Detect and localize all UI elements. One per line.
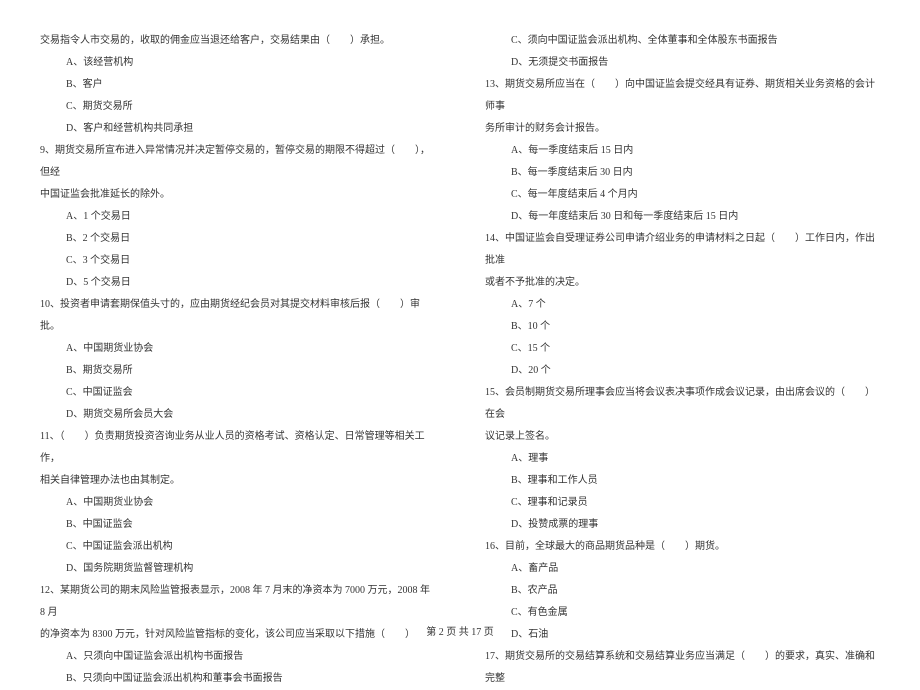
question-continuation: 相关自律管理办法也由其制定。	[40, 470, 435, 492]
answer-option: A、每一季度结束后 15 日内	[485, 140, 880, 162]
answer-option: B、农产品	[485, 580, 880, 602]
answer-option: C、中国证监会	[40, 382, 435, 404]
answer-option: B、2 个交易日	[40, 228, 435, 250]
answer-option: B、客户	[40, 74, 435, 96]
answer-option: A、理事	[485, 448, 880, 470]
question-continuation: 或者不予批准的决定。	[485, 272, 880, 294]
answer-option: C、有色金属	[485, 602, 880, 624]
page-container: 交易指令人市交易的，收取的佣金应当退还给客户，交易结果由（ ）承担。A、该经营机…	[40, 30, 880, 610]
answer-option: A、中国期货业协会	[40, 338, 435, 360]
answer-option: C、期货交易所	[40, 96, 435, 118]
question-text: 11、（ ）负责期货投资咨询业务从业人员的资格考试、资格认定、日常管理等相关工作…	[40, 426, 435, 470]
question-continuation: 议记录上签名。	[485, 426, 880, 448]
answer-option: D、无须提交书面报告	[485, 52, 880, 74]
question-text: 13、期货交易所应当在（ ）向中国证监会提交经具有证券、期货相关业务资格的会计师…	[485, 74, 880, 118]
question-text: 交易指令人市交易的，收取的佣金应当退还给客户，交易结果由（ ）承担。	[40, 30, 435, 52]
answer-option: A、畜产品	[485, 558, 880, 580]
answer-option: B、中国证监会	[40, 514, 435, 536]
answer-option: D、每一年度结束后 30 日和每一季度结束后 15 日内	[485, 206, 880, 228]
answer-option: D、5 个交易日	[40, 272, 435, 294]
answer-option: A、中国期货业协会	[40, 492, 435, 514]
answer-option: D、投赞成票的理事	[485, 514, 880, 536]
question-text: 15、会员制期货交易所理事会应当将会议表决事项作成会议记录，由出席会议的（ ）在…	[485, 382, 880, 426]
answer-option: A、1 个交易日	[40, 206, 435, 228]
page-footer: 第 2 页 共 17 页	[0, 623, 920, 638]
question-continuation: 中国证监会批准延长的除外。	[40, 184, 435, 206]
answer-option: D、20 个	[485, 360, 880, 382]
right-column: C、须向中国证监会派出机构、全体董事和全体股东书面报告D、无须提交书面报告13、…	[485, 30, 880, 610]
answer-option: A、只须向中国证监会派出机构书面报告	[40, 646, 435, 668]
answer-option: C、理事和记录员	[485, 492, 880, 514]
question-text: 9、期货交易所宣布进入异常情况并决定暂停交易的，暂停交易的期限不得超过（ ），但…	[40, 140, 435, 184]
left-column: 交易指令人市交易的，收取的佣金应当退还给客户，交易结果由（ ）承担。A、该经营机…	[40, 30, 435, 610]
answer-option: C、中国证监会派出机构	[40, 536, 435, 558]
answer-option: C、每一年度结束后 4 个月内	[485, 184, 880, 206]
answer-option: A、7 个	[485, 294, 880, 316]
answer-option: D、期货交易所会员大会	[40, 404, 435, 426]
question-text: 12、某期货公司的期末风险监管报表显示，2008 年 7 月末的净资本为 700…	[40, 580, 435, 624]
answer-option: B、每一季度结束后 30 日内	[485, 162, 880, 184]
question-text: 10、投资者申请套期保值头寸的，应由期货经纪会员对其提交材料审核后报（ ）审批。	[40, 294, 435, 338]
answer-option: A、该经营机构	[40, 52, 435, 74]
answer-option: D、国务院期货监督管理机构	[40, 558, 435, 580]
answer-option: C、15 个	[485, 338, 880, 360]
answer-option: B、10 个	[485, 316, 880, 338]
answer-option: C、3 个交易日	[40, 250, 435, 272]
answer-option: D、客户和经营机构共同承担	[40, 118, 435, 140]
question-text: 17、期货交易所的交易结算系统和交易结算业务应当满足（ ）的要求，真实、准确和完…	[485, 646, 880, 690]
question-text: 14、中国证监会自受理证券公司申请介绍业务的申请材料之日起（ ）工作日内，作出批…	[485, 228, 880, 272]
question-continuation: 务所审计的财务会计报告。	[485, 118, 880, 140]
question-text: 16、目前，全球最大的商品期货品种是（ ）期货。	[485, 536, 880, 558]
answer-option: C、须向中国证监会派出机构、全体董事和全体股东书面报告	[485, 30, 880, 52]
answer-option: B、期货交易所	[40, 360, 435, 382]
answer-option: B、理事和工作人员	[485, 470, 880, 492]
answer-option: B、只须向中国证监会派出机构和董事会书面报告	[40, 668, 435, 690]
